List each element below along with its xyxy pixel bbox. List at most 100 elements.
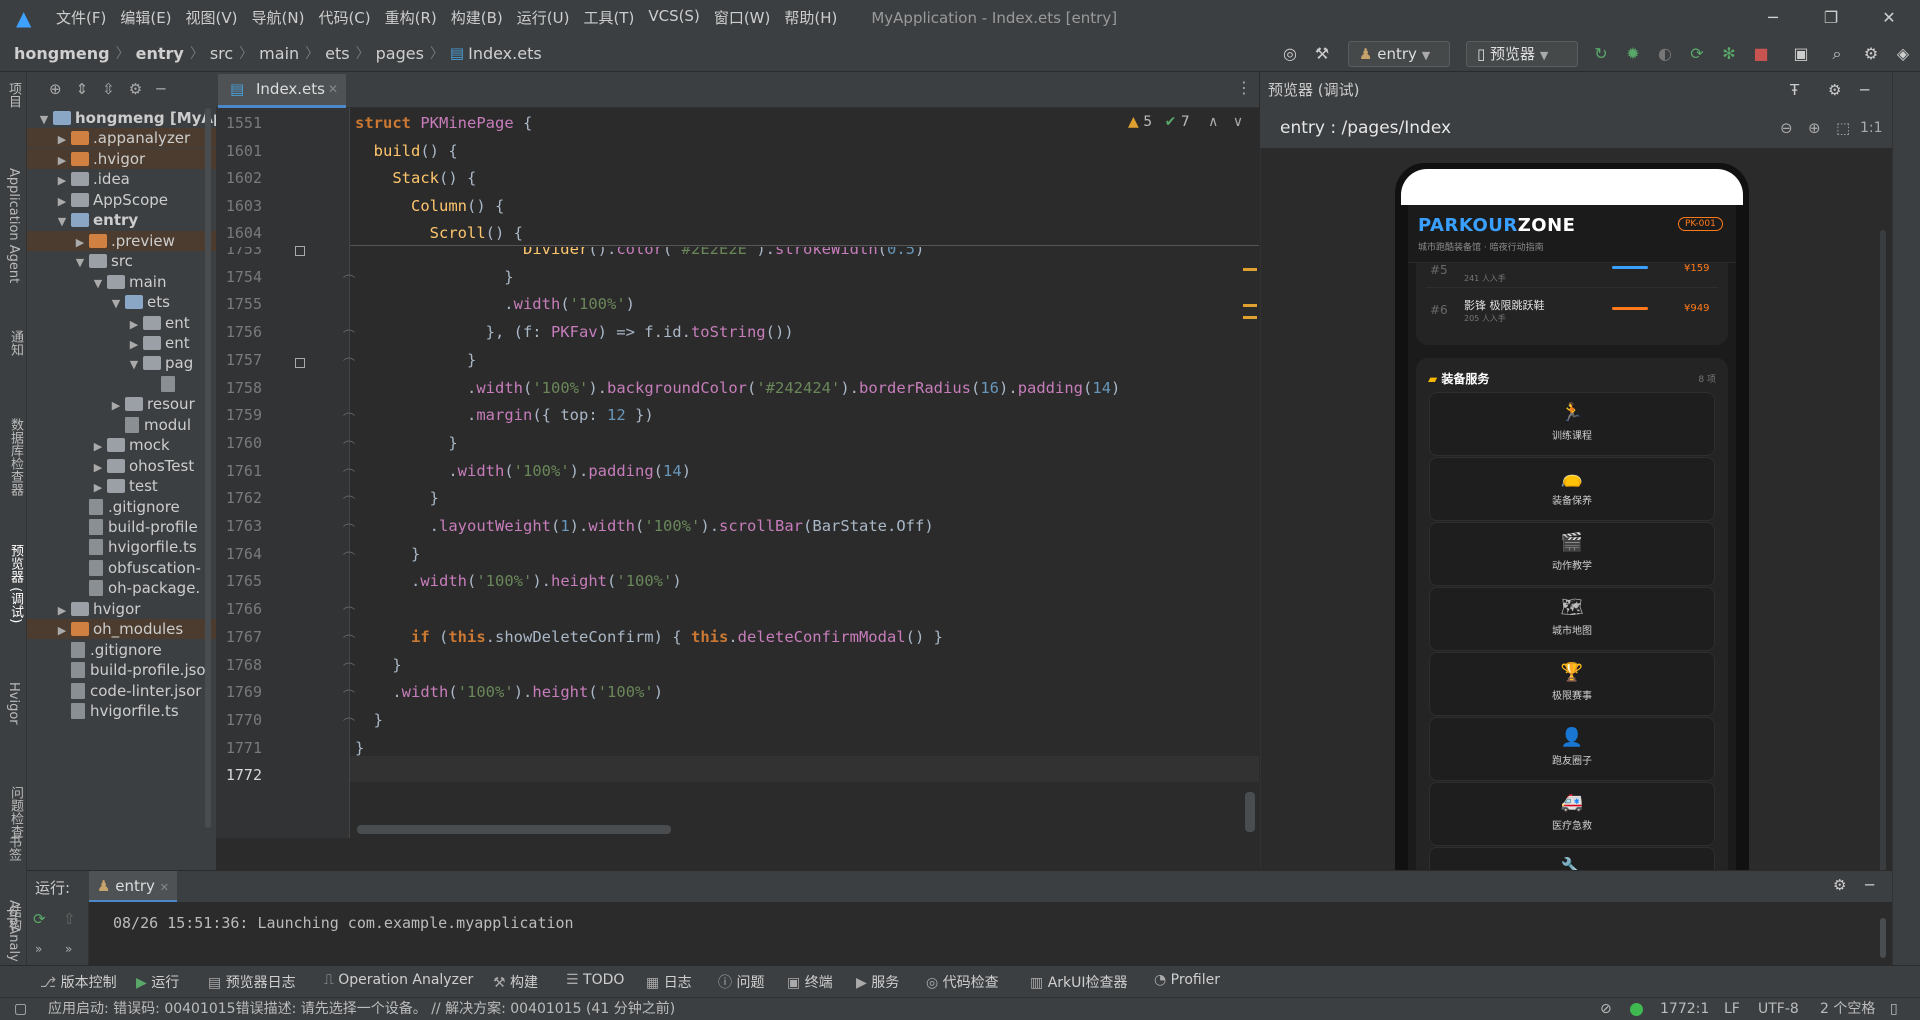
close-tab-icon[interactable]: ✕	[160, 881, 169, 894]
right-tool-tab[interactable]: 预览器 (调试)	[6, 544, 25, 623]
profile-icon[interactable]: ◐	[1654, 41, 1676, 67]
zoom-out-icon[interactable]: ⊖	[1780, 108, 1793, 148]
service-item[interactable]: 🏃 训练课程	[1429, 392, 1715, 456]
menu-item[interactable]: 文件(F)	[56, 7, 106, 28]
agent-icon[interactable]: ◈	[1892, 41, 1914, 67]
menu-item[interactable]: 导航(N)	[252, 7, 305, 28]
minimize-icon[interactable]: ─	[1746, 0, 1800, 35]
service-item[interactable]: 🚑 医疗急救	[1429, 782, 1715, 846]
tree-row[interactable]: ▼ pag	[27, 353, 216, 373]
locate-icon[interactable]: ⊕	[49, 80, 62, 98]
tool-window-button[interactable]: ⓘ 问题	[718, 972, 764, 992]
right-tool-tab[interactable]: 通知	[6, 330, 25, 356]
previewer-scrollbar[interactable]	[1880, 230, 1886, 880]
tool-window-button[interactable]: ▶ 服务	[856, 972, 899, 992]
restore-icon[interactable]: ❐	[1804, 0, 1858, 35]
settings-icon[interactable]: ⚙	[1828, 72, 1841, 108]
service-item[interactable]: 🗺 城市地图	[1429, 587, 1715, 651]
right-tool-tab[interactable]: 问题检查	[6, 786, 25, 838]
close-icon[interactable]: ✕	[1862, 0, 1916, 35]
device-select[interactable]: ▯ 预览器 ▼	[1466, 41, 1578, 67]
line-separator[interactable]: LF	[1724, 998, 1740, 1020]
tree-row[interactable]: .gitignore	[27, 640, 216, 660]
scroll-up-icon[interactable]: ⇧	[63, 910, 76, 928]
tool-window-button[interactable]: ⚒ 构建	[493, 972, 538, 992]
code-line[interactable]: }	[355, 351, 476, 369]
font-size-icon[interactable]: Ŧ	[1790, 72, 1799, 108]
tab-index-ets[interactable]: ▤ Index.ets ✕	[218, 74, 346, 108]
collapsed-arrow-icon[interactable]: ▶	[91, 437, 105, 455]
tree-row[interactable]: obfuscation-	[27, 558, 216, 578]
rerun-icon[interactable]: ⟳	[33, 910, 46, 928]
fold-marker-icon[interactable]: ⌒	[343, 355, 355, 372]
run-tab[interactable]: ♟ entry ✕	[89, 871, 177, 903]
code-line[interactable]: }	[355, 489, 439, 507]
collapsed-arrow-icon[interactable]: ▶	[91, 458, 105, 476]
collapsed-arrow-icon[interactable]: ▶	[55, 192, 69, 210]
tree-row[interactable]: build-profile	[27, 517, 216, 537]
error-stripe-mark[interactable]	[1243, 304, 1257, 307]
menu-item[interactable]: VCS(S)	[648, 7, 699, 28]
breadcrumb-item[interactable]: src	[210, 44, 233, 63]
rerun-icon[interactable]: ↻	[1590, 41, 1612, 67]
breakpoint-slot[interactable]	[295, 246, 305, 256]
fold-marker-icon[interactable]: ⌒	[343, 272, 355, 289]
stop-icon[interactable]: ■	[1750, 41, 1772, 67]
hide-panel-icon[interactable]: ─	[1865, 876, 1874, 894]
tree-row[interactable]: ▶ .hvigor	[27, 148, 216, 169]
fit-screen-icon[interactable]: ⬚	[1836, 108, 1850, 148]
fold-marker-icon[interactable]: ⌒	[343, 715, 355, 732]
search-icon[interactable]: ⌕	[1826, 41, 1848, 67]
code-line[interactable]: .margin({ top: 12 })	[355, 406, 654, 424]
run-config-select[interactable]: ♟ entry ▼	[1348, 41, 1450, 67]
fold-marker-icon[interactable]: ⌒	[343, 466, 355, 483]
fold-marker-icon[interactable]: ⌒	[343, 549, 355, 566]
breakpoint-slot[interactable]	[295, 358, 305, 368]
breadcrumb-item[interactable]: ets	[325, 44, 349, 63]
device-manager-icon[interactable]: ▣	[1790, 41, 1812, 67]
indent-setting[interactable]: 2 个空格	[1820, 998, 1875, 1020]
menu-item[interactable]: 帮助(H)	[784, 7, 837, 28]
breadcrumb-item[interactable]: Index.ets	[468, 44, 542, 63]
hammer-icon[interactable]: ⚒	[1312, 41, 1332, 67]
error-stripe-mark[interactable]	[1243, 316, 1257, 319]
tree-row[interactable]: ▼ hongmeng [MyAp	[27, 108, 216, 128]
tree-row[interactable]: ▶ test	[27, 476, 216, 496]
more-options-icon[interactable]: ⋮	[1236, 78, 1252, 97]
tool-window-button[interactable]: ▶ 运行	[136, 972, 179, 992]
tree-row[interactable]: ▶ oh_modules	[27, 619, 216, 640]
tree-row[interactable]: modul	[27, 415, 216, 435]
code-line[interactable]: }	[355, 268, 513, 286]
tool-window-button[interactable]: ▣ 终端	[787, 972, 833, 992]
tree-row[interactable]: ▼ ets	[27, 292, 216, 312]
code-line[interactable]: .width('100%').height('100%')	[355, 683, 663, 701]
panel-toggle-icon[interactable]: ▢	[14, 998, 27, 1020]
code-line[interactable]: if (this.showDeleteConfirm) { this.delet…	[355, 628, 943, 646]
code-line[interactable]: }	[355, 656, 401, 674]
bookmarks-tab[interactable]: 书签	[4, 835, 23, 861]
fold-marker-icon[interactable]: ⌒	[343, 493, 355, 510]
project-tab[interactable]: 项目	[4, 82, 23, 108]
menu-item[interactable]: 编辑(E)	[120, 7, 171, 28]
code-line[interactable]: .width('100%').height('100%')	[355, 572, 682, 590]
collapsed-arrow-icon[interactable]: ▶	[55, 130, 69, 148]
right-tool-tab[interactable]: 数据库检查器	[6, 418, 25, 496]
error-stripe-mark[interactable]	[1243, 268, 1257, 271]
right-tool-tab[interactable]: Application Agent	[6, 168, 21, 283]
settings-icon[interactable]: ⚙	[1833, 876, 1846, 894]
tree-row[interactable]: ▶ .appanalyzer	[27, 128, 216, 149]
tree-row[interactable]	[27, 374, 216, 394]
right-tool-tab[interactable]: Hvigor	[6, 682, 21, 725]
code-line[interactable]: .width('100%')	[355, 295, 635, 313]
code-line[interactable]: }	[355, 545, 420, 563]
service-item[interactable]: 👝 装备保养	[1429, 457, 1715, 521]
tree-row[interactable]: build-profile.jso	[27, 660, 216, 680]
file-encoding[interactable]: UTF-8	[1758, 998, 1799, 1020]
code-line[interactable]: Column() {	[355, 197, 504, 215]
fold-marker-icon[interactable]: ⌒	[343, 687, 355, 704]
zoom-ratio[interactable]: 1:1	[1860, 108, 1883, 148]
breadcrumb-item[interactable]: pages	[376, 44, 424, 63]
collapsed-arrow-icon[interactable]: ▶	[109, 396, 123, 414]
fold-marker-icon[interactable]: ⌒	[343, 410, 355, 427]
code-line[interactable]: }	[355, 434, 457, 452]
